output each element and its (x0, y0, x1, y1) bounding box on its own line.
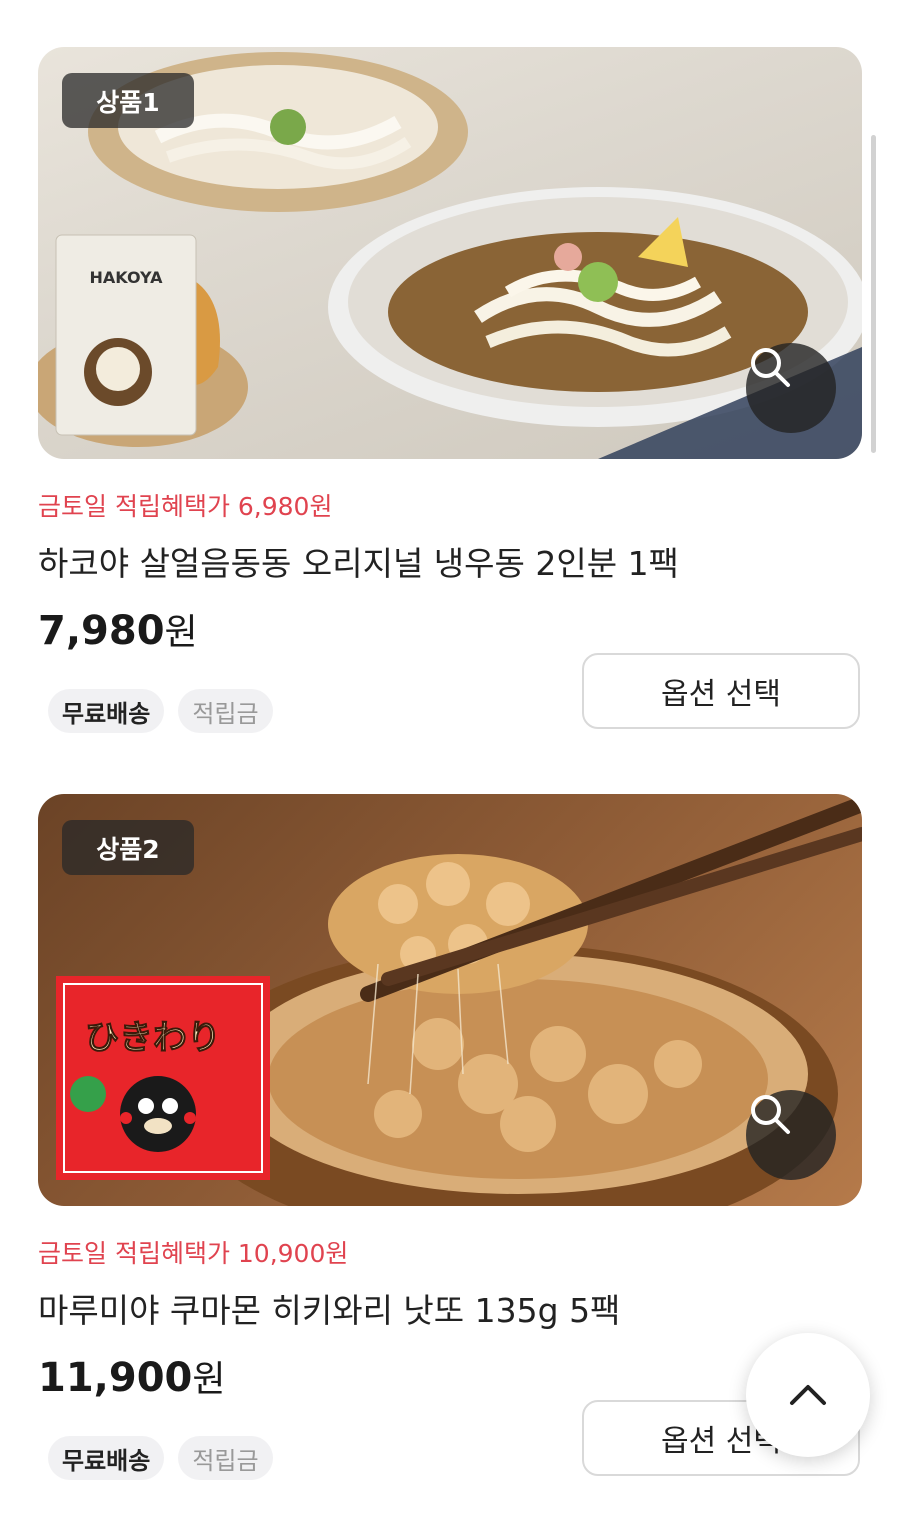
price-row: 11,900원 (38, 1350, 862, 1402)
magnifier-icon (751, 1095, 790, 1134)
product-badge: 상품2 (62, 820, 194, 875)
zoom-button[interactable] (746, 343, 836, 433)
tag-list: 무료배송 적립금 (48, 1436, 273, 1480)
package-brand: ひきわり (85, 1018, 221, 1058)
product-image[interactable]: HAKOYA 상품1 (38, 47, 862, 459)
magnifier-icon (751, 348, 790, 387)
currency: 원 (192, 1359, 226, 1400)
product-card[interactable]: ひきわり 상품2 금토일 적립혜택가 10,900원 마루미야 쿠마몬 히키와리… (38, 794, 862, 1480)
product-price: 11,900 (38, 1355, 193, 1401)
tag-list: 무료배송 적립금 (48, 689, 273, 733)
scrollbar[interactable] (871, 135, 876, 453)
product-name[interactable]: 하코야 살얼음동동 오리지널 냉우동 2인분 1팩 (38, 537, 862, 585)
product-card[interactable]: HAKOYA 상품1 금토일 적립혜택가 6,980원 하코야 살얼음동동 오리… (38, 47, 862, 733)
product-name[interactable]: 마루미야 쿠마몬 히키와리 낫또 135g 5팩 (38, 1284, 862, 1332)
product-image[interactable]: ひきわり 상품2 (38, 794, 862, 1206)
points-tag: 적립금 (178, 689, 273, 733)
product-badge: 상품1 (62, 73, 194, 128)
benefit-price: 금토일 적립혜택가 10,900원 (38, 1239, 349, 1268)
zoom-button[interactable] (746, 1090, 836, 1180)
free-shipping-tag: 무료배송 (48, 689, 165, 733)
free-shipping-tag: 무료배송 (48, 1436, 165, 1480)
currency: 원 (164, 612, 198, 653)
price-row: 7,980원 (38, 603, 862, 655)
points-tag: 적립금 (178, 1436, 273, 1480)
scroll-to-top-button[interactable] (746, 1333, 870, 1457)
option-select-button[interactable]: 옵션 선택 (582, 653, 860, 729)
chevron-up-icon (790, 1385, 826, 1405)
package-brand: HAKOYA (90, 268, 164, 287)
product-price: 7,980 (38, 608, 165, 654)
benefit-price: 금토일 적립혜택가 6,980원 (38, 492, 333, 521)
